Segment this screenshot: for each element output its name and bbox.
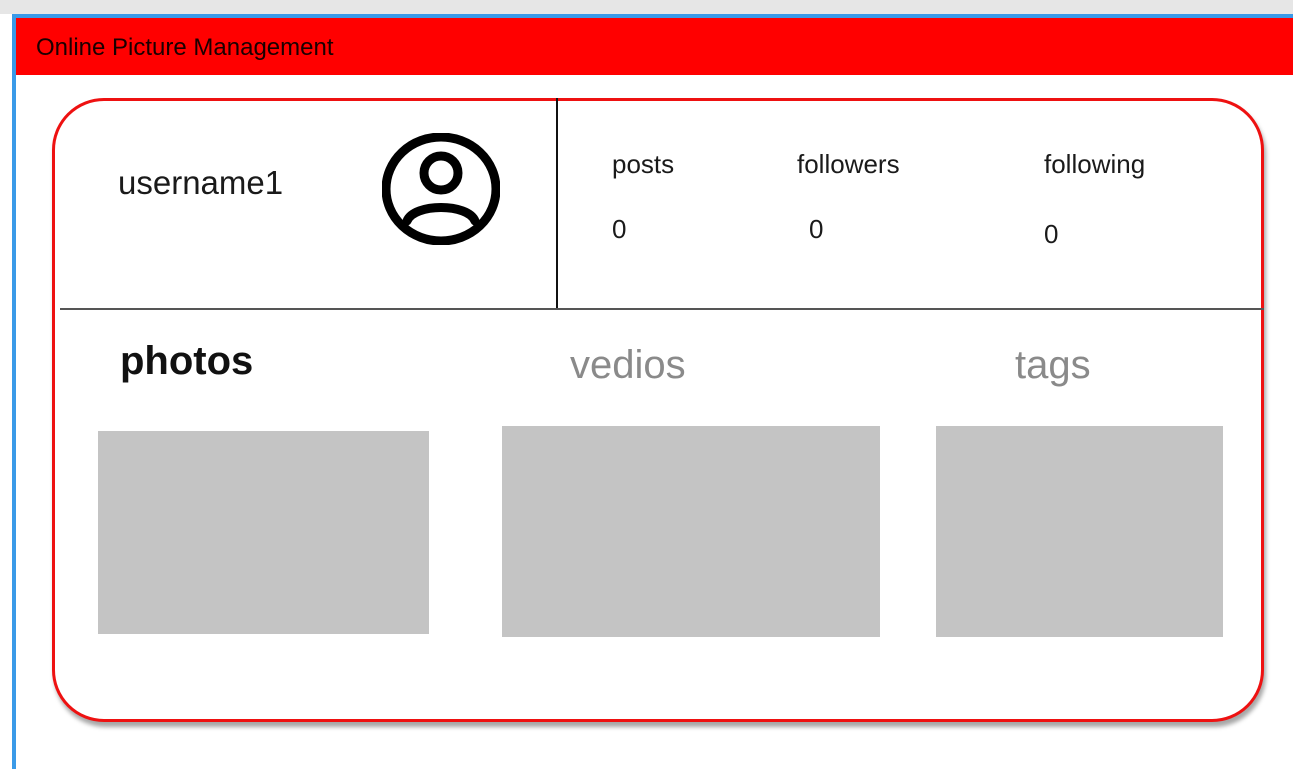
profile-horizontal-divider: [60, 308, 1264, 310]
stat-label-followers: followers: [797, 149, 900, 179]
stat-label-posts: posts: [612, 149, 675, 179]
window-top-strip: [0, 0, 1293, 14]
profile-username: username1: [118, 164, 284, 201]
photo-thumbnail[interactable]: [98, 431, 429, 634]
stat-value-followers: 0: [809, 214, 824, 244]
photo-thumbnail[interactable]: [936, 426, 1223, 637]
app-title: Online Picture Management: [36, 34, 334, 61]
tab-photos[interactable]: photos: [120, 341, 253, 381]
stat-value-posts: 0: [612, 214, 627, 244]
profile-vertical-divider: [556, 98, 558, 309]
photo-thumbnail[interactable]: [502, 426, 880, 637]
tab-vedios[interactable]: vedios: [570, 345, 686, 385]
user-circle-icon[interactable]: [382, 133, 500, 245]
stat-value-following: 0: [1044, 219, 1059, 249]
stat-label-following: following: [1044, 149, 1146, 179]
tab-tags[interactable]: tags: [1015, 345, 1091, 385]
